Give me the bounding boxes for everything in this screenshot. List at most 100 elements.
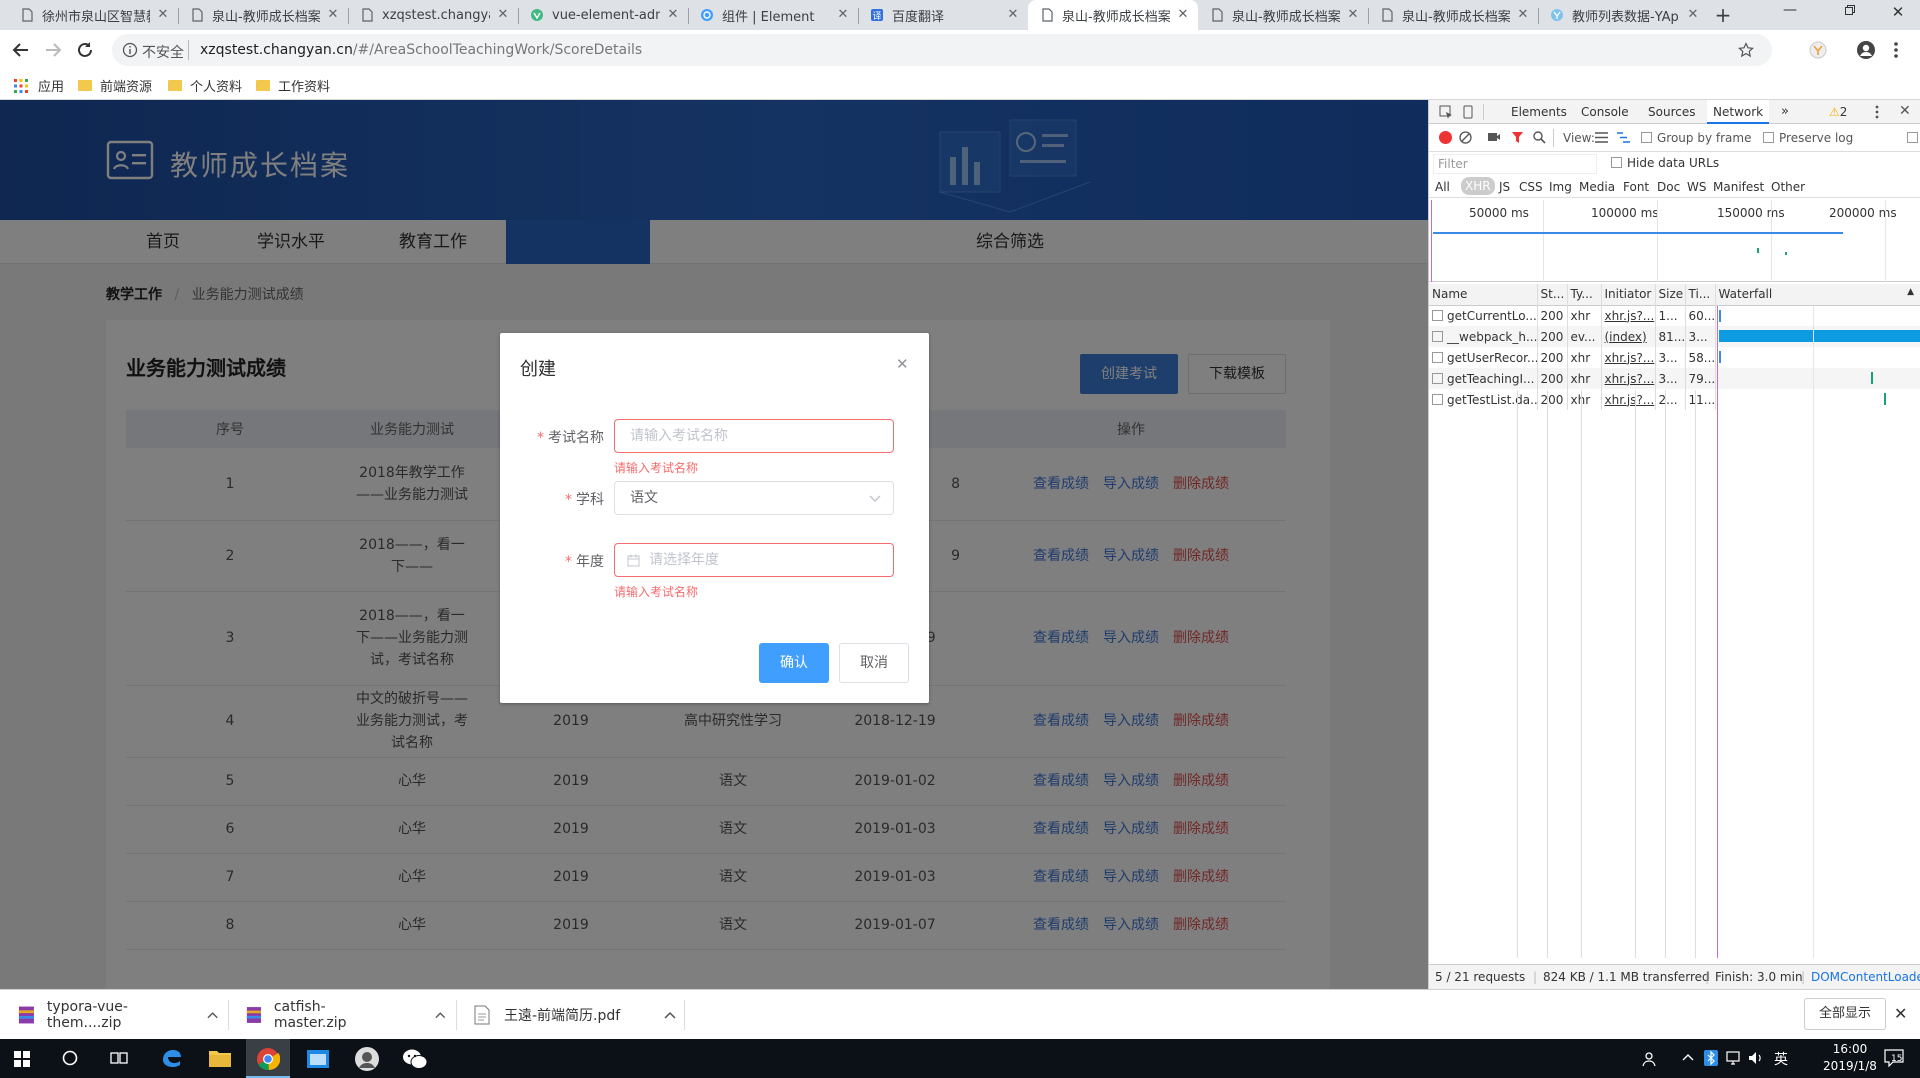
devtools-tab-network[interactable]: Network (1707, 100, 1770, 124)
app-circle-icon[interactable] (354, 1046, 380, 1072)
browser-tab[interactable]: 泉山-教师成长档案 ✕ (1368, 0, 1538, 30)
column-header[interactable]: St... (1537, 284, 1568, 305)
taskbar-chrome-active[interactable] (246, 1039, 290, 1078)
confirm-button[interactable]: 确认 (759, 643, 829, 683)
close-tab-icon[interactable]: ✕ (326, 8, 340, 22)
capture-screenshot-icon[interactable] (1487, 131, 1501, 143)
back-arrow-icon[interactable] (12, 42, 30, 58)
tray-expand-icon[interactable] (1682, 1053, 1694, 1061)
column-header[interactable]: Waterfall ▲ (1715, 284, 1920, 305)
warning-count[interactable]: ⚠2 (1829, 105, 1847, 119)
browser-tab[interactable]: xzqstest.changyan ✕ (348, 0, 518, 30)
group-by-frame-checkbox[interactable] (1641, 132, 1652, 143)
clear-icon[interactable] (1459, 131, 1472, 144)
maximize-window-button[interactable] (1830, 4, 1870, 26)
subject-select[interactable]: 语文 (614, 481, 894, 515)
search-icon[interactable] (1533, 131, 1546, 144)
column-header[interactable]: Ti... (1685, 284, 1716, 305)
download-item[interactable]: typora-vue-them....zip (18, 990, 218, 1040)
wechat-icon[interactable] (402, 1047, 428, 1071)
large-rows-icon[interactable] (1595, 132, 1608, 143)
cortana-icon[interactable] (62, 1050, 78, 1066)
column-header[interactable]: Ty... (1567, 284, 1602, 305)
browser-tab[interactable]: 译 百度翻译 ✕ (858, 0, 1028, 30)
show-all-button[interactable]: 全部显示 (1804, 998, 1886, 1030)
menu-kebab-icon[interactable] (1893, 40, 1899, 60)
hide-data-urls-checkbox[interactable] (1611, 157, 1622, 168)
request-row[interactable]: getTeachingI... 200 xhr xhr.js?... 3... … (1429, 368, 1920, 389)
inspect-element-icon[interactable] (1439, 105, 1453, 119)
close-downloads-icon[interactable]: ✕ (1894, 1004, 1907, 1023)
chevron-up-icon[interactable] (207, 1011, 218, 1019)
column-header[interactable]: Name (1429, 284, 1538, 305)
volume-icon[interactable] (1748, 1051, 1764, 1065)
browser-tab[interactable]: 徐州市泉山区智慧教 ✕ (8, 0, 178, 30)
more-tabs-icon[interactable]: » (1781, 104, 1789, 119)
filter-input[interactable]: Filter (1433, 154, 1597, 174)
close-tab-icon[interactable]: ✕ (156, 8, 170, 22)
waterfall-overview-icon[interactable] (1617, 132, 1630, 143)
bookmark-folder[interactable]: 前端资源 (78, 76, 152, 95)
windows-start-icon[interactable] (14, 1051, 30, 1067)
type-filter-ws[interactable]: WS (1687, 180, 1706, 194)
download-item[interactable]: catfish-master.zip (246, 990, 446, 1040)
bookmark-apps[interactable]: 应用 (14, 76, 64, 95)
chevron-up-icon[interactable] (435, 1011, 446, 1019)
file-explorer-icon[interactable] (208, 1047, 232, 1069)
input-method-indicator[interactable]: 英 (1774, 1049, 1788, 1069)
info-icon[interactable] (122, 42, 138, 58)
network-icon[interactable] (1726, 1051, 1740, 1065)
close-tab-icon[interactable]: ✕ (836, 8, 850, 22)
close-tab-icon[interactable]: ✕ (496, 8, 510, 22)
type-filter-img[interactable]: Img (1549, 180, 1572, 194)
bookmark-folder[interactable]: 个人资料 (168, 76, 242, 95)
preserve-log-checkbox[interactable] (1763, 132, 1774, 143)
bluetooth-icon[interactable] (1704, 1050, 1718, 1066)
devtools-menu-icon[interactable] (1875, 105, 1879, 119)
type-filter-font[interactable]: Font (1623, 180, 1649, 194)
column-header[interactable]: Initiator (1601, 284, 1656, 305)
request-row[interactable]: getUserRecor... 200 xhr xhr.js?... 3... … (1429, 347, 1920, 368)
close-tab-icon[interactable]: ✕ (1516, 8, 1530, 22)
type-filter-xhr[interactable]: XHR (1461, 177, 1495, 195)
profile-avatar-icon[interactable] (1856, 40, 1876, 60)
browser-tab[interactable]: 泉山-教师成长档案 ✕ (1198, 0, 1368, 30)
request-row[interactable]: __webpack_h... 200 ev... (index) 81... 3… (1429, 326, 1920, 347)
extension-icon[interactable] (1808, 40, 1828, 60)
close-tab-icon[interactable]: ✕ (666, 8, 680, 22)
devtools-tab-console[interactable]: Console (1581, 105, 1629, 119)
download-item[interactable]: 王遠-前端简历.pdf (474, 990, 684, 1040)
bookmark-folder[interactable]: 工作资料 (256, 76, 330, 95)
close-devtools-icon[interactable]: ✕ (1899, 103, 1911, 119)
close-window-button[interactable]: ✕ (1878, 3, 1918, 25)
edge-browser-icon[interactable] (160, 1047, 184, 1071)
close-tab-icon[interactable]: ✕ (1346, 8, 1360, 22)
request-row[interactable]: getTestList.da... 200 xhr xhr.js?... 2..… (1429, 389, 1920, 410)
year-picker[interactable]: 请选择年度 (614, 543, 894, 577)
record-icon[interactable] (1439, 131, 1452, 144)
type-filter-media[interactable]: Media (1579, 180, 1615, 194)
close-tab-icon[interactable]: ✕ (1176, 8, 1190, 22)
action-center-icon[interactable]: 15 (1884, 1049, 1906, 1069)
browser-tab[interactable]: 组件 | Element ✕ (688, 0, 858, 30)
devtools-tab-elements[interactable]: Elements (1511, 105, 1567, 119)
request-row[interactable]: getCurrentLo... 200 xhr xhr.js?... 1... … (1429, 305, 1920, 326)
url-text[interactable]: xzqstest.changyan.cn/#/AreaSchoolTeachin… (200, 42, 642, 58)
type-filter-manifest[interactable]: Manifest (1713, 180, 1764, 194)
filter-icon[interactable] (1511, 131, 1524, 144)
close-icon[interactable]: ✕ (896, 355, 909, 373)
browser-tab[interactable]: vue-element-admi ✕ (518, 0, 688, 30)
device-toolbar-icon[interactable] (1461, 105, 1475, 119)
reload-icon[interactable] (76, 41, 94, 59)
task-view-icon[interactable] (110, 1050, 128, 1066)
minimize-window-button[interactable]: — (1770, 2, 1810, 26)
bookmark-star-icon[interactable] (1738, 42, 1754, 58)
new-tab-button[interactable]: + (1712, 4, 1734, 26)
app-window-icon[interactable] (306, 1048, 330, 1070)
people-icon[interactable] (1642, 1050, 1660, 1068)
browser-tab[interactable]: 教师列表数据-YAp ✕ (1538, 0, 1708, 30)
type-filter-other[interactable]: Other (1771, 180, 1805, 194)
disable-cache-checkbox[interactable] (1907, 132, 1918, 143)
column-header[interactable]: Size (1655, 284, 1686, 305)
browser-tab-active[interactable]: 泉山-教师成长档案 ✕ (1028, 0, 1198, 30)
